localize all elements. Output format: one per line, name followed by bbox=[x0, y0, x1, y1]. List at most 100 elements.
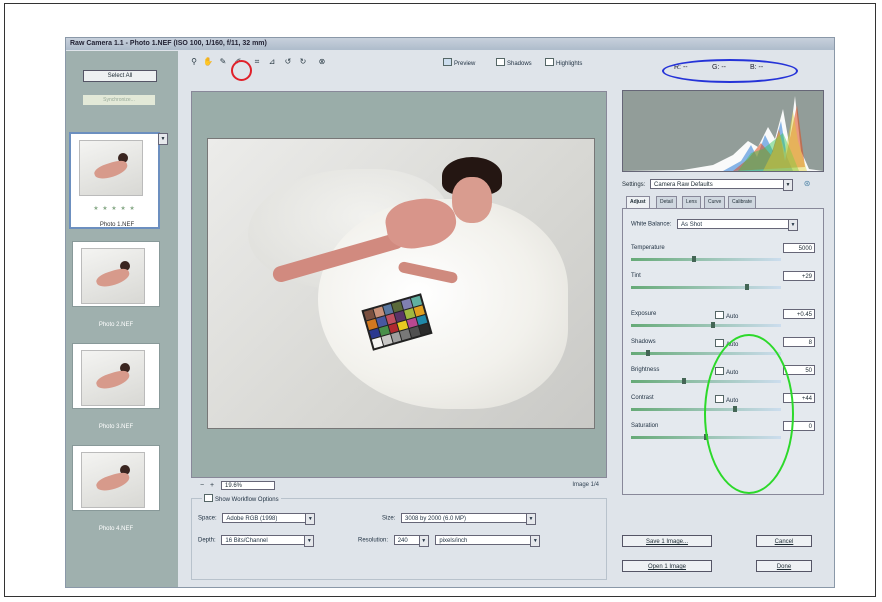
white-balance-select[interactable]: As Shot bbox=[677, 219, 799, 231]
green-annotation-ellipse bbox=[704, 334, 794, 494]
crop-icon[interactable]: ⌗ bbox=[252, 57, 262, 67]
delete-icon[interactable]: ⊗ bbox=[317, 57, 327, 67]
resolution-label: Resolution: bbox=[358, 537, 389, 544]
image-preview[interactable] bbox=[191, 91, 607, 478]
filmstrip-thumb-1[interactable]: ★ ★ ★ ★ ★ Photo 1.NEF bbox=[69, 132, 168, 229]
adjust-label: Shadows bbox=[631, 339, 656, 345]
resolution-row: Resolution: 240 pixels/inch bbox=[358, 535, 541, 547]
image-counter: Image 1/4 bbox=[572, 482, 599, 488]
zoom-icon[interactable]: ⚲ bbox=[189, 57, 199, 67]
adjust-label: Contrast bbox=[631, 395, 654, 401]
filmstrip: Select All Synchronize... ★ ★ ★ ★ ★ Phot… bbox=[66, 51, 178, 587]
adjust-value-input[interactable]: +29 bbox=[783, 271, 815, 281]
adjust-value-input[interactable]: +0.45 bbox=[783, 309, 815, 319]
filmstrip-thumb-3[interactable] bbox=[72, 343, 160, 409]
settings-select[interactable]: Camera Raw Defaults bbox=[650, 179, 794, 192]
slider-knob[interactable] bbox=[692, 256, 697, 262]
color-swatch bbox=[419, 323, 431, 335]
adjust-slider[interactable] bbox=[631, 256, 781, 262]
workflow-options: Show Workflow Options Space: Adobe RGB (… bbox=[191, 494, 607, 580]
adjust-label: Saturation bbox=[631, 423, 659, 429]
adjust-slider[interactable] bbox=[631, 322, 781, 328]
depth-row: Depth: 16 Bits/Channel bbox=[198, 535, 315, 547]
histogram-graph bbox=[623, 96, 823, 171]
tab-curve[interactable]: Curve bbox=[704, 196, 726, 208]
hand-icon[interactable]: ✋ bbox=[203, 57, 213, 67]
preview-label: Preview bbox=[454, 61, 476, 67]
open-image-button[interactable]: Open 1 Image bbox=[622, 560, 712, 572]
tab-lens[interactable]: Lens bbox=[682, 196, 701, 208]
thumb-caption: Photo 4.NEF bbox=[98, 526, 134, 532]
adjust-label: Exposure bbox=[631, 311, 657, 317]
settings-row: Settings: Camera Raw Defaults ⊛ bbox=[622, 179, 811, 192]
auto-checkbox[interactable]: Auto bbox=[715, 311, 738, 320]
straighten-icon[interactable]: ⊿ bbox=[267, 57, 277, 67]
filmstrip-thumb-2[interactable] bbox=[72, 241, 160, 307]
blue-annotation-ellipse bbox=[662, 59, 798, 83]
show-workflow-label: Show Workflow Options bbox=[215, 497, 279, 503]
adjust-value-input[interactable]: 5000 bbox=[783, 243, 815, 253]
checkbox-box bbox=[204, 494, 213, 502]
shadows-label: Shadows bbox=[507, 61, 532, 67]
white-balance-row: White Balance: As Shot bbox=[631, 219, 799, 231]
tab-detail[interactable]: Detail bbox=[656, 196, 677, 208]
highlights-checkbox[interactable]: Highlights bbox=[545, 58, 582, 67]
shadows-checkbox[interactable]: Shadows bbox=[496, 58, 532, 67]
white-balance-label: White Balance: bbox=[631, 221, 672, 228]
page-frame: Raw Camera 1.1 - Photo 1.NEF (ISO 100, 1… bbox=[4, 3, 876, 597]
tab-adjust[interactable]: Adjust bbox=[626, 196, 650, 208]
space-label: Space: bbox=[198, 515, 217, 522]
thumb-caption: Photo 3.NEF bbox=[98, 424, 134, 430]
size-label: Size: bbox=[382, 515, 396, 522]
show-workflow-checkbox[interactable]: Show Workflow Options bbox=[202, 494, 281, 503]
depth-label: Depth: bbox=[198, 537, 216, 544]
tab-calibrate[interactable]: Calibrate bbox=[728, 196, 757, 208]
preview-footer: − + 19.6% Image 1/4 bbox=[191, 479, 605, 493]
select-all-button[interactable]: Select All bbox=[83, 70, 157, 82]
zoom-out-icon[interactable]: − bbox=[197, 481, 207, 491]
zoom-select[interactable]: 19.6% bbox=[221, 481, 275, 490]
resolution-input[interactable]: 240 bbox=[393, 535, 429, 547]
thumb-caption: Photo 1.NEF bbox=[99, 222, 135, 228]
histogram bbox=[622, 90, 824, 172]
thumb-caption: Photo 2.NEF bbox=[98, 322, 134, 328]
settings-menu-icon[interactable]: ⊛ bbox=[804, 179, 811, 188]
thumb-image bbox=[81, 248, 145, 304]
checkbox-box bbox=[715, 311, 724, 319]
size-select[interactable]: 3008 by 2000 (6.0 MP) bbox=[401, 513, 537, 525]
zoom-in-icon[interactable]: + bbox=[207, 481, 217, 491]
cancel-button[interactable]: Cancel bbox=[756, 535, 812, 547]
preview-photo bbox=[207, 138, 595, 429]
panel-tabs: Adjust Detail Lens Curve Calibrate bbox=[622, 196, 822, 208]
rotate-right-icon[interactable]: ↻ bbox=[298, 57, 308, 67]
adjust-value-input[interactable]: 8 bbox=[783, 337, 815, 347]
slider-knob[interactable] bbox=[682, 378, 687, 384]
filmstrip-thumb-4[interactable] bbox=[72, 445, 160, 511]
adjust-label: Brightness bbox=[631, 367, 660, 373]
slider-knob[interactable] bbox=[744, 284, 749, 290]
slider-knob[interactable] bbox=[645, 350, 650, 356]
rating-stars[interactable]: ★ ★ ★ ★ ★ bbox=[71, 204, 158, 214]
resolution-unit-select[interactable]: pixels/inch bbox=[435, 535, 541, 547]
adjust-label: Tint bbox=[631, 273, 641, 279]
synchronize-button[interactable]: Synchronize... bbox=[83, 95, 155, 105]
depth-select[interactable]: 16 Bits/Channel bbox=[221, 535, 315, 547]
space-select[interactable]: Adobe RGB (1998) bbox=[222, 513, 316, 525]
settings-label: Settings: bbox=[622, 182, 646, 188]
size-row: Size: 3008 by 2000 (6.0 MP) bbox=[382, 513, 537, 525]
window-title: Raw Camera 1.1 - Photo 1.NEF (ISO 100, 1… bbox=[66, 38, 834, 50]
slider-knob[interactable] bbox=[711, 322, 716, 328]
rotate-left-icon[interactable]: ↺ bbox=[283, 57, 293, 67]
thumb-image bbox=[81, 350, 145, 406]
save-image-button[interactable]: Save 1 Image... bbox=[622, 535, 712, 547]
adjust-slider[interactable] bbox=[631, 284, 781, 290]
preview-checkbox[interactable]: Preview bbox=[443, 58, 475, 67]
highlights-label: Highlights bbox=[556, 61, 583, 67]
space-row: Space: Adobe RGB (1998) bbox=[198, 513, 316, 525]
white-balance-icon[interactable]: ✎ bbox=[218, 57, 228, 67]
face-shape bbox=[452, 177, 492, 223]
checkbox-box bbox=[715, 339, 724, 347]
done-button[interactable]: Done bbox=[756, 560, 812, 572]
adjust-label: Temperature bbox=[631, 245, 665, 251]
thumb-image bbox=[79, 140, 143, 196]
